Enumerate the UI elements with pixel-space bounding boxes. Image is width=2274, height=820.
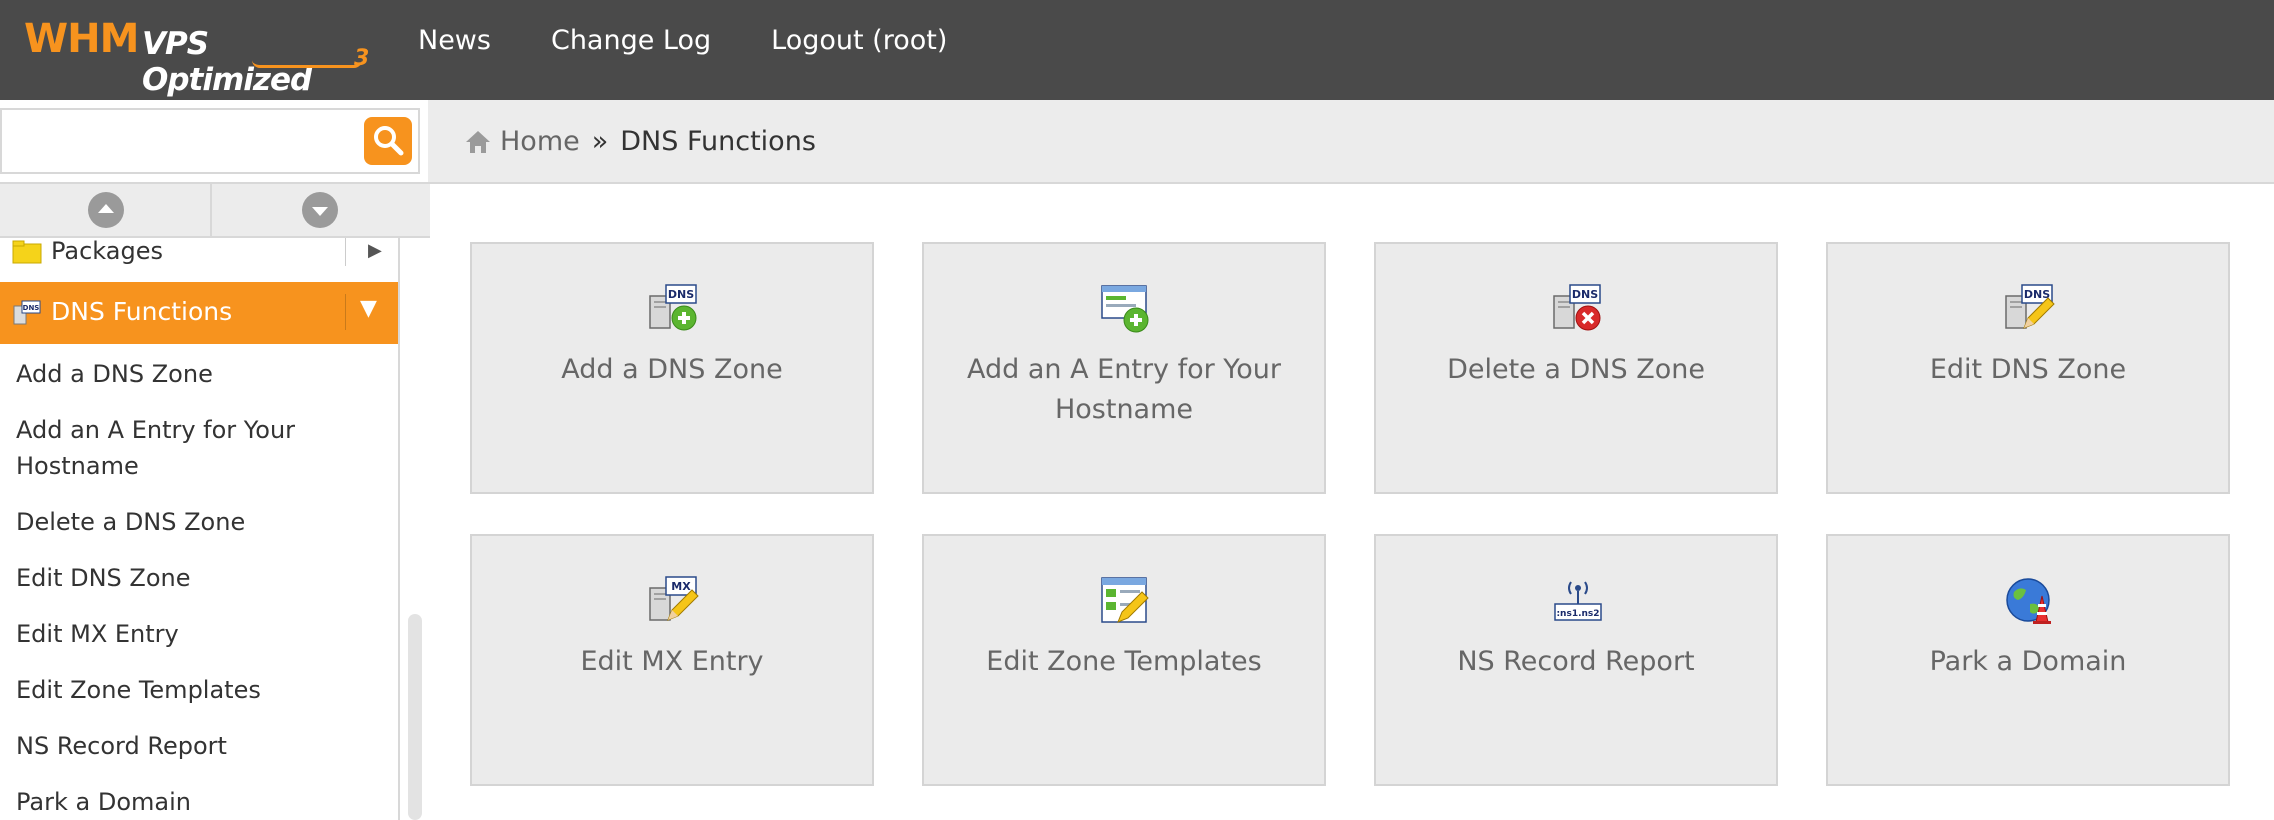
top-bar: WHM VPS Optimized 3 News Change Log Logo… xyxy=(0,0,2274,100)
ns-report-icon: :ns1.ns2 xyxy=(1554,581,1602,621)
chevron-up-icon xyxy=(98,204,114,213)
home-icon[interactable] xyxy=(464,129,492,155)
sidebar-section-label: DNS Functions xyxy=(51,297,233,326)
scroll-up-button[interactable] xyxy=(88,192,124,228)
svg-text:DNS: DNS xyxy=(1572,288,1598,301)
whm-logo[interactable]: WHM VPS Optimized 3 xyxy=(24,16,384,98)
expand-arrow-icon[interactable]: ▶ xyxy=(368,238,382,264)
dns-add-icon: DNS xyxy=(649,284,697,331)
tile-edit-mx-entry[interactable]: MX Edit MX Entry xyxy=(470,534,874,786)
folder-icon xyxy=(12,240,42,264)
sidebar: Packages ▶ DNS DNS Functions ▼ Add a DNS… xyxy=(0,238,400,820)
search-box xyxy=(0,108,420,174)
section-divider xyxy=(345,238,346,266)
tile-label: Add a DNS Zone xyxy=(561,354,783,385)
sidebar-scrollbar[interactable] xyxy=(408,614,422,820)
search-button[interactable] xyxy=(364,117,412,165)
sidebar-section-dns-functions[interactable]: DNS DNS Functions ▼ xyxy=(0,282,398,344)
dns-server-icon: DNS xyxy=(13,300,41,325)
svg-text::ns1.ns2: :ns1.ns2 xyxy=(1556,609,1599,619)
dns-delete-icon: DNS xyxy=(1553,284,1601,331)
tile-label: NS Record Report xyxy=(1457,646,1695,677)
tile-label: Edit DNS Zone xyxy=(1929,354,2127,385)
scroll-down-button[interactable] xyxy=(302,192,338,228)
logo-text: WHM xyxy=(24,16,139,62)
breadcrumb-home-link[interactable]: Home xyxy=(500,126,580,157)
a-entry-add-icon xyxy=(1101,285,1149,333)
svg-text:DNS: DNS xyxy=(23,304,40,312)
tile-delete-dns-zone[interactable]: DNS Delete a DNS Zone xyxy=(1374,242,1778,494)
sidebar-item-ns-record-report[interactable]: NS Record Report xyxy=(16,728,386,764)
tile-park-domain[interactable]: Park a Domain xyxy=(1826,534,2230,786)
breadcrumb-separator: » xyxy=(591,126,609,157)
sidebar-item-edit-zone-templates[interactable]: Edit Zone Templates xyxy=(16,672,386,708)
tile-label: Edit Zone Templates xyxy=(986,646,1262,677)
scroll-down-area[interactable] xyxy=(212,184,428,236)
scroll-up-area[interactable] xyxy=(0,184,212,236)
section-divider xyxy=(345,294,346,330)
search-input[interactable] xyxy=(8,116,358,166)
sidebar-item-delete-dns-zone[interactable]: Delete a DNS Zone xyxy=(16,504,386,540)
sidebar-section-packages[interactable]: Packages ▶ xyxy=(0,238,398,280)
sidebar-item-list: Add a DNS Zone Add an A Entry for Your H… xyxy=(16,356,386,820)
tile-edit-zone-templates[interactable]: Edit Zone Templates xyxy=(922,534,1326,786)
tile-add-dns-zone[interactable]: DNS Add a DNS Zone xyxy=(470,242,874,494)
sidebar-item-add-dns-zone[interactable]: Add a DNS Zone xyxy=(16,356,386,392)
chevron-down-icon xyxy=(312,207,328,216)
tile-label: Edit MX Entry xyxy=(580,646,764,677)
tile-ns-record-report[interactable]: :ns1.ns2 NS Record Report xyxy=(1374,534,1778,786)
collapse-arrow-icon[interactable]: ▼ xyxy=(360,296,377,321)
zone-templates-icon xyxy=(1101,577,1149,623)
sidebar-item-edit-mx-entry[interactable]: Edit MX Entry xyxy=(16,616,386,652)
breadcrumb-current: DNS Functions xyxy=(620,126,816,157)
mx-edit-icon: MX xyxy=(649,576,699,621)
nav-news-link[interactable]: News xyxy=(418,24,491,58)
tile-label: Park a Domain xyxy=(1929,646,2127,677)
dns-edit-icon: DNS xyxy=(2005,284,2055,329)
tile-edit-dns-zone[interactable]: DNS Edit DNS Zone xyxy=(1826,242,2230,494)
nav-logout-link[interactable]: Logout (root) xyxy=(771,24,947,58)
tile-label: Delete a DNS Zone xyxy=(1447,354,1705,385)
search-icon xyxy=(374,126,404,156)
top-nav: News Change Log Logout (root) xyxy=(418,24,947,58)
sidebar-item-add-a-entry[interactable]: Add an A Entry for Your Hostname xyxy=(16,412,386,484)
sidebar-section-label: Packages xyxy=(51,238,163,265)
tile-label: Add an A Entry for Your Hostname xyxy=(967,354,1281,425)
nav-change-log-link[interactable]: Change Log xyxy=(551,24,711,58)
breadcrumb-bar: Home » DNS Functions xyxy=(428,100,2274,184)
sidebar-item-edit-dns-zone[interactable]: Edit DNS Zone xyxy=(16,560,386,596)
park-domain-icon xyxy=(2006,578,2051,624)
sidebar-scroll-controls xyxy=(0,182,430,238)
breadcrumb: Home » DNS Functions xyxy=(464,126,816,157)
sidebar-item-park-domain[interactable]: Park a Domain xyxy=(16,784,386,820)
svg-text:MX: MX xyxy=(671,580,691,593)
svg-text:DNS: DNS xyxy=(668,288,694,301)
tile-add-a-entry[interactable]: Add an A Entry for Your Hostname xyxy=(922,242,1326,494)
logo-swoosh xyxy=(252,60,362,68)
